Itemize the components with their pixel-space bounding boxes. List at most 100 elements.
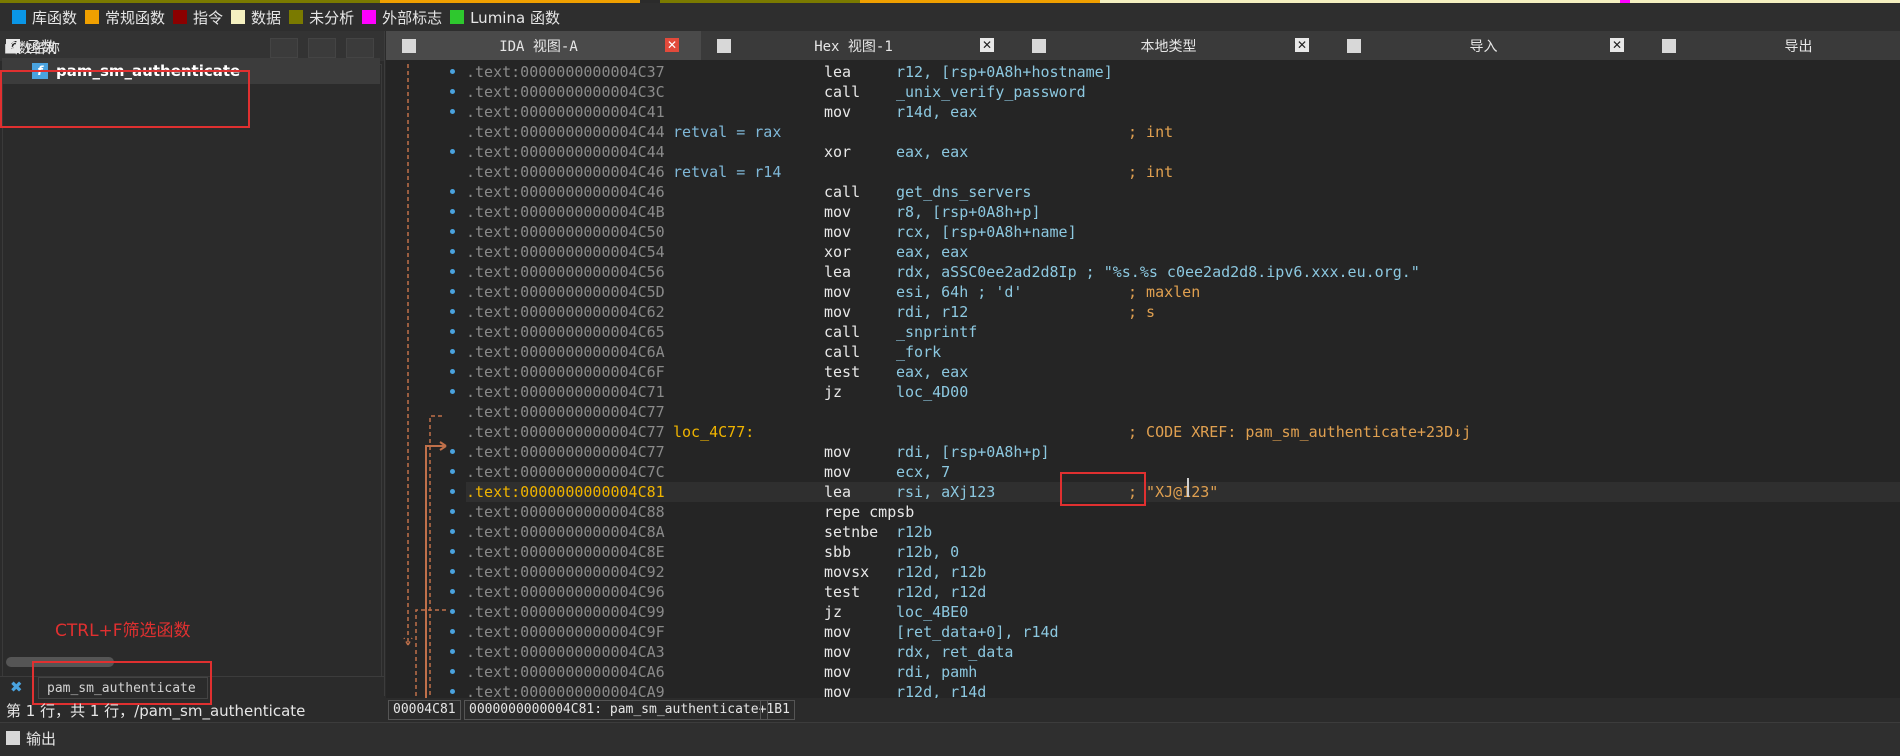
breakpoint-marker[interactable] [450, 289, 455, 294]
breakpoint-marker[interactable] [450, 189, 455, 194]
disasm-line[interactable]: .text:0000000000004C88 repe cmpsb [466, 502, 1900, 522]
breakpoint-marker[interactable] [450, 649, 455, 654]
disasm-operands[interactable]: eax, eax [896, 362, 968, 382]
breakpoint-marker[interactable] [450, 349, 455, 354]
disasm-operands[interactable]: rdx, ret_data [896, 642, 1013, 662]
breakpoint-marker[interactable] [450, 329, 455, 334]
disasm-operands[interactable]: r12, [rsp+0A8h+hostname] [896, 62, 1113, 82]
disasm-line[interactable]: .text:0000000000004C99 jz loc_4BE0 [466, 602, 1900, 622]
output-panel-bar[interactable] [0, 722, 1900, 756]
disasm-label[interactable]: loc_4C77: [673, 422, 754, 442]
panel-float-button[interactable] [270, 38, 298, 58]
disasm-operands[interactable]: _snprintf [896, 322, 977, 342]
breakpoint-marker[interactable] [450, 689, 455, 694]
disasm-line[interactable]: .text:0000000000004C46 retval = r14 ; int [466, 162, 1900, 182]
function-list[interactable] [2, 64, 382, 688]
disasm-line[interactable]: .text:0000000000004C77 loc_4C77: ; CODE XR… [466, 422, 1900, 442]
disasm-operands[interactable]: r14d, eax [896, 102, 977, 122]
output-panel-title[interactable]: 输出 [26, 728, 56, 749]
disasm-line[interactable]: .text:0000000000004C92 movsx r12d, r12b [466, 562, 1900, 582]
disasm-line[interactable]: .text:0000000000004C54 xor eax, eax [466, 242, 1900, 262]
tab-0[interactable]: IDA 视图-A ✕ [386, 31, 701, 60]
disasm-line[interactable]: .text:0000000000004C77 [466, 402, 1900, 422]
breakpoint-marker[interactable] [450, 449, 455, 454]
disasm-operands[interactable]: eax, eax [896, 242, 968, 262]
breakpoint-marker[interactable] [450, 589, 455, 594]
disasm-line[interactable]: .text:0000000000004C8E sbb r12b, 0 [466, 542, 1900, 562]
disasm-operands[interactable]: rdx, aSSC0ee2ad2d8Ip ; "%s.%s c0ee2ad2d8… [896, 262, 1420, 282]
disasm-line[interactable]: .text:0000000000004C71 jz loc_4D00 [466, 382, 1900, 402]
disasm-line[interactable]: .text:0000000000004C96 test r12d, r12d [466, 582, 1900, 602]
disasm-line[interactable]: .text:0000000000004C44 xor eax, eax [466, 142, 1900, 162]
disasm-operands[interactable]: ecx, 7 [896, 462, 950, 482]
disasm-line[interactable]: .text:0000000000004C4B mov r8, [rsp+0A8h+p… [466, 202, 1900, 222]
disasm-line[interactable]: .text:0000000000004C41 mov r14d, eax [466, 102, 1900, 122]
disasm-line[interactable]: .text:0000000000004C6F test eax, eax [466, 362, 1900, 382]
breakpoint-marker[interactable] [450, 209, 455, 214]
disasm-operands[interactable]: rcx, [rsp+0A8h+name] [896, 222, 1077, 242]
disasm-line[interactable]: .text:0000000000004C37 lea r12, [rsp+0A8h+… [466, 62, 1900, 82]
disasm-line[interactable]: .text:0000000000004C46 call get_dns_server… [466, 182, 1900, 202]
disasm-operands[interactable]: rdi, pamh [896, 662, 977, 682]
disasm-line[interactable]: .text:0000000000004C3C call _unix_verify_p… [466, 82, 1900, 102]
breakpoint-marker[interactable] [450, 269, 455, 274]
breakpoint-marker[interactable] [450, 609, 455, 614]
disasm-line[interactable]: .text:0000000000004CA6 mov rdi, pamh [466, 662, 1900, 682]
disasm-operands[interactable]: loc_4BE0 [896, 602, 968, 622]
disasm-line[interactable]: .text:0000000000004C81 lea rsi, aXj123; "X… [466, 482, 1900, 502]
function-name-column-header[interactable]: 函数名称 [4, 38, 60, 58]
breakpoint-marker[interactable] [450, 149, 455, 154]
close-tab-icon[interactable]: ✕ [980, 38, 994, 52]
disasm-line[interactable]: .text:0000000000004C6A call _fork [466, 342, 1900, 362]
breakpoint-marker[interactable] [450, 489, 455, 494]
disasm-operands[interactable]: r8, [rsp+0A8h+p] [896, 202, 1041, 222]
disasm-operands[interactable]: r12d, r12b [896, 562, 986, 582]
close-tab-icon[interactable]: ✕ [1295, 38, 1309, 52]
breakpoint-marker[interactable] [450, 109, 455, 114]
breakpoint-marker[interactable] [450, 249, 455, 254]
disasm-line[interactable]: .text:0000000000004CA3 mov rdx, ret_data [466, 642, 1900, 662]
disasm-label[interactable]: retval = r14 [673, 162, 781, 182]
disasm-line[interactable]: .text:0000000000004C50 mov rcx, [rsp+0A8h+… [466, 222, 1900, 242]
disasm-line[interactable]: .text:0000000000004C5D mov esi, 64h ; 'd';… [466, 282, 1900, 302]
disasm-line[interactable]: .text:0000000000004C56 lea rdx, aSSC0ee2ad… [466, 262, 1900, 282]
tab-4[interactable]: 导出✕ [1646, 31, 1900, 60]
disasm-operands[interactable]: rsi, aXj123 [896, 482, 995, 502]
clear-filter-icon[interactable]: ✖ [10, 678, 23, 696]
disasm-line[interactable]: .text:0000000000004C65 call _snprintf [466, 322, 1900, 342]
disasm-label[interactable]: retval = rax [673, 122, 781, 142]
breakpoint-marker[interactable] [450, 529, 455, 534]
disasm-line[interactable]: .text:0000000000004C9F mov [ret_data+0], r… [466, 622, 1900, 642]
disasm-operands[interactable]: loc_4D00 [896, 382, 968, 402]
disasm-operands[interactable]: _fork [896, 342, 941, 362]
disasm-line[interactable]: .text:0000000000004C77 mov rdi, [rsp+0A8h+… [466, 442, 1900, 462]
breakpoint-marker[interactable] [450, 229, 455, 234]
disasm-operands[interactable]: r12b, 0 [896, 542, 959, 562]
tab-1[interactable]: Hex 视图-1 ✕ [701, 31, 1016, 60]
tab-2[interactable]: 本地类型 ✕ [1016, 31, 1331, 60]
disasm-operands[interactable]: _unix_verify_password [896, 82, 1086, 102]
close-tab-icon[interactable]: ✕ [1610, 38, 1624, 52]
disasm-operands[interactable]: [ret_data+0], r14d [896, 622, 1059, 642]
breakpoint-marker[interactable] [450, 469, 455, 474]
disasm-line[interactable]: .text:0000000000004C7C mov ecx, 7 [466, 462, 1900, 482]
breakpoint-marker[interactable] [450, 549, 455, 554]
disasm-operands[interactable]: r12d, r12d [896, 582, 986, 602]
panel-close-button[interactable] [346, 38, 374, 58]
breakpoint-marker[interactable] [450, 509, 455, 514]
breakpoint-marker[interactable] [450, 389, 455, 394]
disasm-line[interactable]: .text:0000000000004C62 mov rdi, r12 ; s [466, 302, 1900, 322]
breakpoint-marker[interactable] [450, 69, 455, 74]
disassembly-view[interactable]: .text:0000000000004C37 lea r12, [rsp+0A8h+… [386, 60, 1900, 701]
panel-maximize-button[interactable] [308, 38, 336, 58]
breakpoint-marker[interactable] [450, 89, 455, 94]
tab-3[interactable]: 导入 ✕ [1331, 31, 1646, 60]
disasm-operands[interactable]: rdi, r12 [896, 302, 968, 322]
disasm-operands[interactable]: rdi, [rsp+0A8h+p] [896, 442, 1050, 462]
disasm-operands[interactable]: esi, 64h ; 'd' [896, 282, 1022, 302]
disasm-operands[interactable]: get_dns_servers [896, 182, 1031, 202]
breakpoint-marker[interactable] [450, 569, 455, 574]
breakpoint-marker[interactable] [450, 369, 455, 374]
breakpoint-marker[interactable] [450, 669, 455, 674]
disasm-line[interactable]: .text:0000000000004C8A setnbe r12b [466, 522, 1900, 542]
